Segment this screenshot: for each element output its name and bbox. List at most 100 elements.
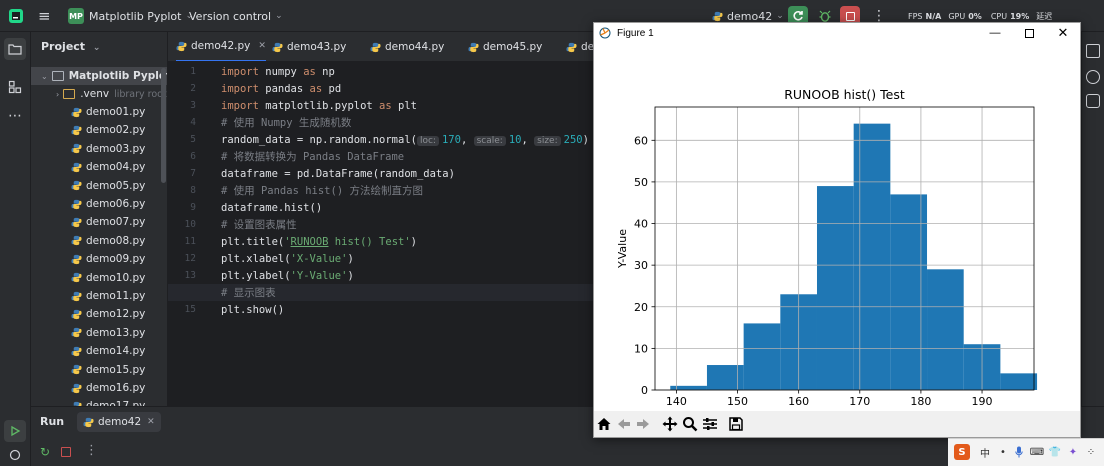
param-hint-size: size:	[534, 135, 561, 146]
file-tree-item[interactable]: demo11.py	[31, 287, 167, 305]
code-line-9: dataframe.hist()	[221, 201, 323, 214]
file-tree-item[interactable]: demo09.py	[31, 250, 167, 268]
navigation-toolbar	[594, 411, 1080, 437]
run-tab[interactable]: demo42 ✕	[77, 412, 161, 432]
run-tool-button[interactable]	[4, 420, 26, 442]
stop-icon[interactable]	[61, 447, 71, 457]
forward-button[interactable]	[633, 414, 653, 434]
figure-window: Figure 1 — ✕ 140 150 160 170 180 190 0 10 20 30 40…	[593, 22, 1081, 438]
stop-icon	[845, 11, 855, 21]
app-logo-icon[interactable]	[8, 0, 24, 32]
figure-title-bar: Figure 1 — ✕	[594, 23, 1080, 43]
file-tree-item[interactable]: demo13.py	[31, 324, 167, 342]
maximize-button[interactable]	[1012, 23, 1046, 43]
python-file-icon	[71, 236, 82, 246]
tree-venv[interactable]: › .venv library root	[31, 85, 167, 103]
tab-label: demo42.py	[191, 40, 251, 52]
main-menu-icon[interactable]: ≡	[38, 0, 51, 32]
folder-icon	[51, 71, 64, 81]
run-config-name: demo42	[727, 9, 773, 23]
structure-tool-button[interactable]	[4, 76, 26, 98]
ime-mode-icon[interactable]: 中	[978, 445, 992, 460]
file-name: demo09.py	[86, 253, 146, 266]
pan-button[interactable]	[660, 414, 680, 434]
file-tree-item[interactable]: demo16.py	[31, 379, 167, 397]
file-tree-item[interactable]: demo03.py	[31, 140, 167, 158]
editor-tab[interactable]: demo45.py	[468, 32, 543, 61]
file-tree-item[interactable]: demo02.py	[31, 121, 167, 139]
code-line-3: import matplotlib.pyplot as plt	[221, 99, 417, 112]
close-button[interactable]: ✕	[1046, 23, 1080, 43]
skin-icon[interactable]: 👕	[1048, 445, 1062, 459]
file-tree-item[interactable]: demo01.py	[31, 103, 167, 121]
fps-label: FPS	[908, 11, 923, 21]
file-tree-item[interactable]: demo04.py	[31, 158, 167, 176]
python-file-icon	[71, 107, 82, 117]
file-tree-item[interactable]: demo14.py	[31, 342, 167, 360]
file-tree-item[interactable]: demo12.py	[31, 305, 167, 323]
vcs-selector[interactable]: Version control ⌄	[189, 0, 283, 32]
rerun-icon[interactable]: ↻	[40, 445, 50, 459]
y-tick-label: 40	[634, 218, 648, 231]
zoom-button[interactable]	[680, 414, 700, 434]
sogou-ime-icon[interactable]: S	[954, 444, 970, 460]
keyboard-icon[interactable]: ⌨	[1030, 445, 1044, 459]
microphone-icon[interactable]	[1012, 445, 1026, 459]
project-tool-button[interactable]	[4, 38, 26, 60]
project-selector[interactable]: MP Matplotlib Pyplot ⌄	[68, 0, 193, 32]
save-figure-button[interactable]	[726, 414, 746, 434]
chevron-down-icon: ⌄	[92, 43, 101, 53]
code-line-4: # 使用 Numpy 生成随机数	[221, 117, 352, 129]
cpu-value: 19%	[1010, 11, 1030, 21]
file-tree-item[interactable]: demo05.py	[31, 177, 167, 195]
vcs-label: Version control	[189, 9, 272, 23]
editor-tab[interactable]: demo42.py ✕	[176, 32, 266, 61]
python-file-icon	[71, 346, 82, 356]
scrollbar-thumb[interactable]	[161, 68, 166, 183]
configure-subplots-button[interactable]	[700, 414, 720, 434]
back-button[interactable]	[614, 414, 634, 434]
file-tree-item[interactable]: demo17.py	[31, 397, 167, 406]
code-editor[interactable]: 123456789101112131415 import numpy as np…	[168, 62, 593, 406]
tab-label: demo45.py	[483, 41, 543, 53]
file-tree-item[interactable]: demo06.py	[31, 195, 167, 213]
file-tree-item[interactable]: demo07.py	[31, 213, 167, 231]
editor-tab[interactable]: demo44.py	[370, 32, 444, 61]
file-tree-item[interactable]: demo08.py	[31, 232, 167, 250]
figure-window-title: Figure 1	[617, 27, 654, 39]
histogram-bar	[1000, 373, 1038, 390]
file-tree-item[interactable]: demo15.py	[31, 361, 167, 379]
more-tools-icon[interactable]: ⋯	[4, 105, 26, 127]
project-header[interactable]: Project ⌄	[41, 40, 100, 53]
close-icon[interactable]: ✕	[147, 417, 155, 427]
mic-glyph	[1015, 446, 1023, 458]
file-name: demo14.py	[86, 345, 146, 358]
tools-icon[interactable]: ✦	[1066, 445, 1080, 459]
punctuation-icon[interactable]: •	[996, 445, 1010, 459]
file-tree-item[interactable]: demo10.py	[31, 269, 167, 287]
notifications-icon[interactable]	[1086, 44, 1100, 58]
figure-canvas[interactable]: 140 150 160 170 180 190 0 10 20 30 40 50 60 RUNOOB hi…	[594, 43, 1080, 423]
file-name: demo10.py	[86, 271, 146, 284]
python-file-icon	[272, 42, 283, 52]
home-button[interactable]	[594, 414, 614, 434]
y-tick-label: 20	[634, 301, 648, 314]
venv-label: .venv	[80, 88, 110, 100]
grid-menu-icon[interactable]: ⁘	[1084, 445, 1098, 459]
database-icon[interactable]	[1086, 94, 1100, 108]
python-file-icon	[176, 41, 187, 51]
tree-root[interactable]: ⌄ Matplotlib Pyplot	[31, 67, 167, 85]
editor-tab[interactable]: de	[566, 32, 593, 61]
editor-tab[interactable]: demo43.py	[272, 32, 346, 61]
system-tray: S 中 • ⌨ 👕 ✦ ⁘	[948, 438, 1104, 466]
ai-assistant-icon[interactable]	[1086, 70, 1100, 84]
chevron-down-icon: ⌄	[776, 11, 784, 21]
python-packages-button[interactable]	[4, 444, 26, 466]
more-actions-icon[interactable]: ⋮	[85, 443, 98, 458]
file-name: demo15.py	[86, 363, 146, 376]
fps-value: N/A	[925, 11, 942, 21]
tool-window-strip: ⋯	[0, 32, 31, 406]
python-file-icon	[71, 291, 82, 301]
minimize-button[interactable]: —	[978, 23, 1012, 43]
close-icon[interactable]: ✕	[258, 41, 266, 51]
